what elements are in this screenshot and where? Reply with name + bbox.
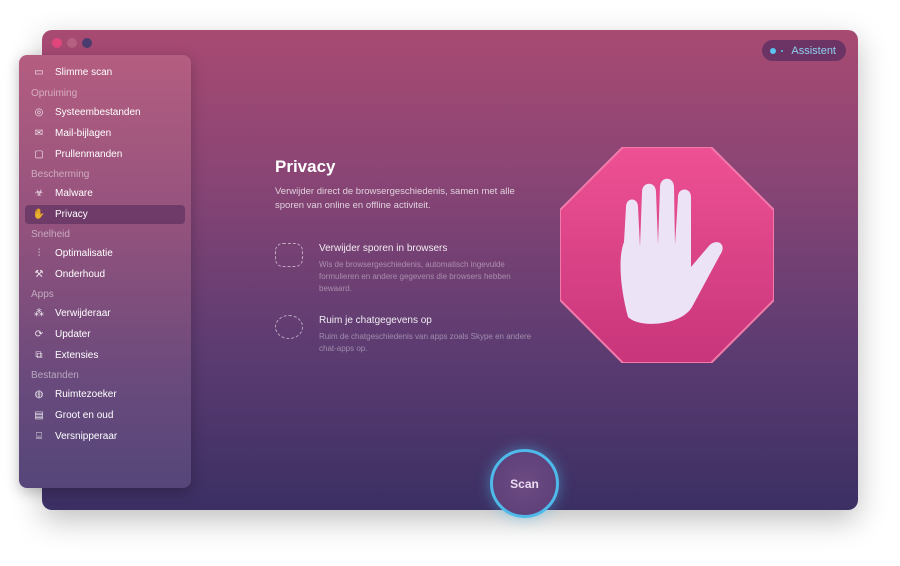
biohazard-icon: ☣: [34, 188, 44, 199]
sidebar-item-label: Malware: [55, 188, 93, 199]
sidebar-item-label: Onderhoud: [55, 269, 106, 280]
sidebar-item-label: Ruimtezoeker: [55, 389, 117, 400]
disk-icon: ◎: [34, 107, 44, 118]
mail-icon: ✉: [34, 128, 44, 139]
sidebar-item-systeembestanden[interactable]: ◎ Systeembestanden: [25, 103, 185, 122]
sidebar-item-label: Privacy: [55, 209, 88, 220]
feature-title: Ruim je chatgegevens op: [319, 315, 432, 326]
sidebar-item-verwijderaar[interactable]: ⁂ Verwijderaar: [25, 304, 185, 323]
feature-text: Wis de browsergeschiedenis, automatisch …: [319, 260, 511, 293]
sidebar-item-extensies[interactable]: ⧉ Extensies: [25, 346, 185, 365]
sidebar-section-title: Apps: [31, 289, 54, 300]
sidebar-item-label: Verwijderaar: [55, 308, 111, 319]
zoom-button[interactable]: [82, 38, 92, 48]
shredder-icon: ⌸: [36, 431, 42, 442]
sidebar: ▭ Slimme scan Opruiming ◎ Systeembestanden ✉ M…: [19, 55, 191, 488]
sidebar-item-label: Extensies: [55, 350, 99, 361]
sidebar-section-title: Bescherming: [31, 169, 90, 180]
puzzle-icon: ⧉: [35, 350, 43, 361]
feature-text: Ruim de chatgeschiedenis van apps zoals …: [319, 332, 532, 353]
mask-icon: [275, 243, 303, 267]
sidebar-item-label: Systeembestanden: [55, 107, 141, 118]
sidebar-item-label: Mail-bijlagen: [55, 128, 112, 139]
sidebar-item-label: Versnipperaar: [55, 431, 118, 442]
sliders-icon: ⫶: [37, 248, 41, 259]
sidebar-section-title: Snelheid: [31, 229, 70, 240]
planet-icon: ◍: [34, 389, 44, 400]
trash-icon: ▢: [34, 149, 44, 160]
assistant-dot-icon: [770, 47, 777, 54]
page-description: Verwijder direct de browsergeschiedenis,…: [275, 186, 515, 211]
scan-button[interactable]: Scan: [490, 449, 559, 518]
sidebar-item-label: Prullenmanden: [55, 149, 123, 160]
minimize-button[interactable]: [67, 38, 77, 48]
page-title: Privacy: [275, 157, 336, 176]
folder-icon: ▤: [34, 410, 44, 421]
sidebar-item-groot-en-oud[interactable]: ▤ Groot en oud: [25, 406, 185, 425]
feature-title: Verwijder sporen in browsers: [319, 243, 448, 254]
sidebar-item-label: Groot en oud: [55, 410, 114, 421]
sidebar-item-label: Optimalisatie: [55, 248, 113, 259]
sidebar-item-ruimtezoeker[interactable]: ◍ Ruimtezoeker: [25, 385, 185, 404]
sidebar-item-label: Updater: [55, 329, 91, 340]
sidebar-item-privacy[interactable]: ✋ Privacy: [25, 205, 185, 224]
assistant-label: Assistent: [791, 44, 836, 57]
uninstall-icon: ⁂: [34, 308, 44, 319]
sidebar-item-label: Slimme scan: [55, 67, 113, 78]
sidebar-section-title: Opruiming: [31, 88, 78, 99]
sidebar-item-prullenmanden[interactable]: ▢ Prullenmanden: [25, 145, 185, 164]
sidebar-item-updater[interactable]: ⟳ Updater: [25, 325, 185, 344]
sidebar-item-versnipperaar[interactable]: ⌸ Versnipperaar: [25, 427, 185, 446]
sidebar-item-malware[interactable]: ☣ Malware: [25, 184, 185, 203]
privacy-hand-octagon-icon: [560, 147, 774, 363]
hand-icon: ✋: [32, 209, 46, 220]
update-icon: ⟳: [34, 329, 44, 340]
sidebar-section-title: Bestanden: [31, 370, 79, 381]
monitor-icon: ▭: [34, 67, 44, 78]
wrench-icon: ⚒: [34, 269, 44, 280]
assistant-button[interactable]: Assistent: [762, 40, 846, 61]
close-button[interactable]: [52, 38, 62, 48]
sidebar-item-onderhoud[interactable]: ⚒ Onderhoud: [25, 265, 185, 284]
scan-label: Scan: [510, 476, 539, 491]
sidebar-item-mail-bijlagen[interactable]: ✉ Mail-bijlagen: [25, 124, 185, 143]
chat-bubble-icon: [275, 315, 303, 339]
sidebar-item-slimme-scan[interactable]: ▭ Slimme scan: [25, 63, 185, 82]
sidebar-item-optimalisatie[interactable]: ⫶ Optimalisatie: [25, 244, 185, 263]
